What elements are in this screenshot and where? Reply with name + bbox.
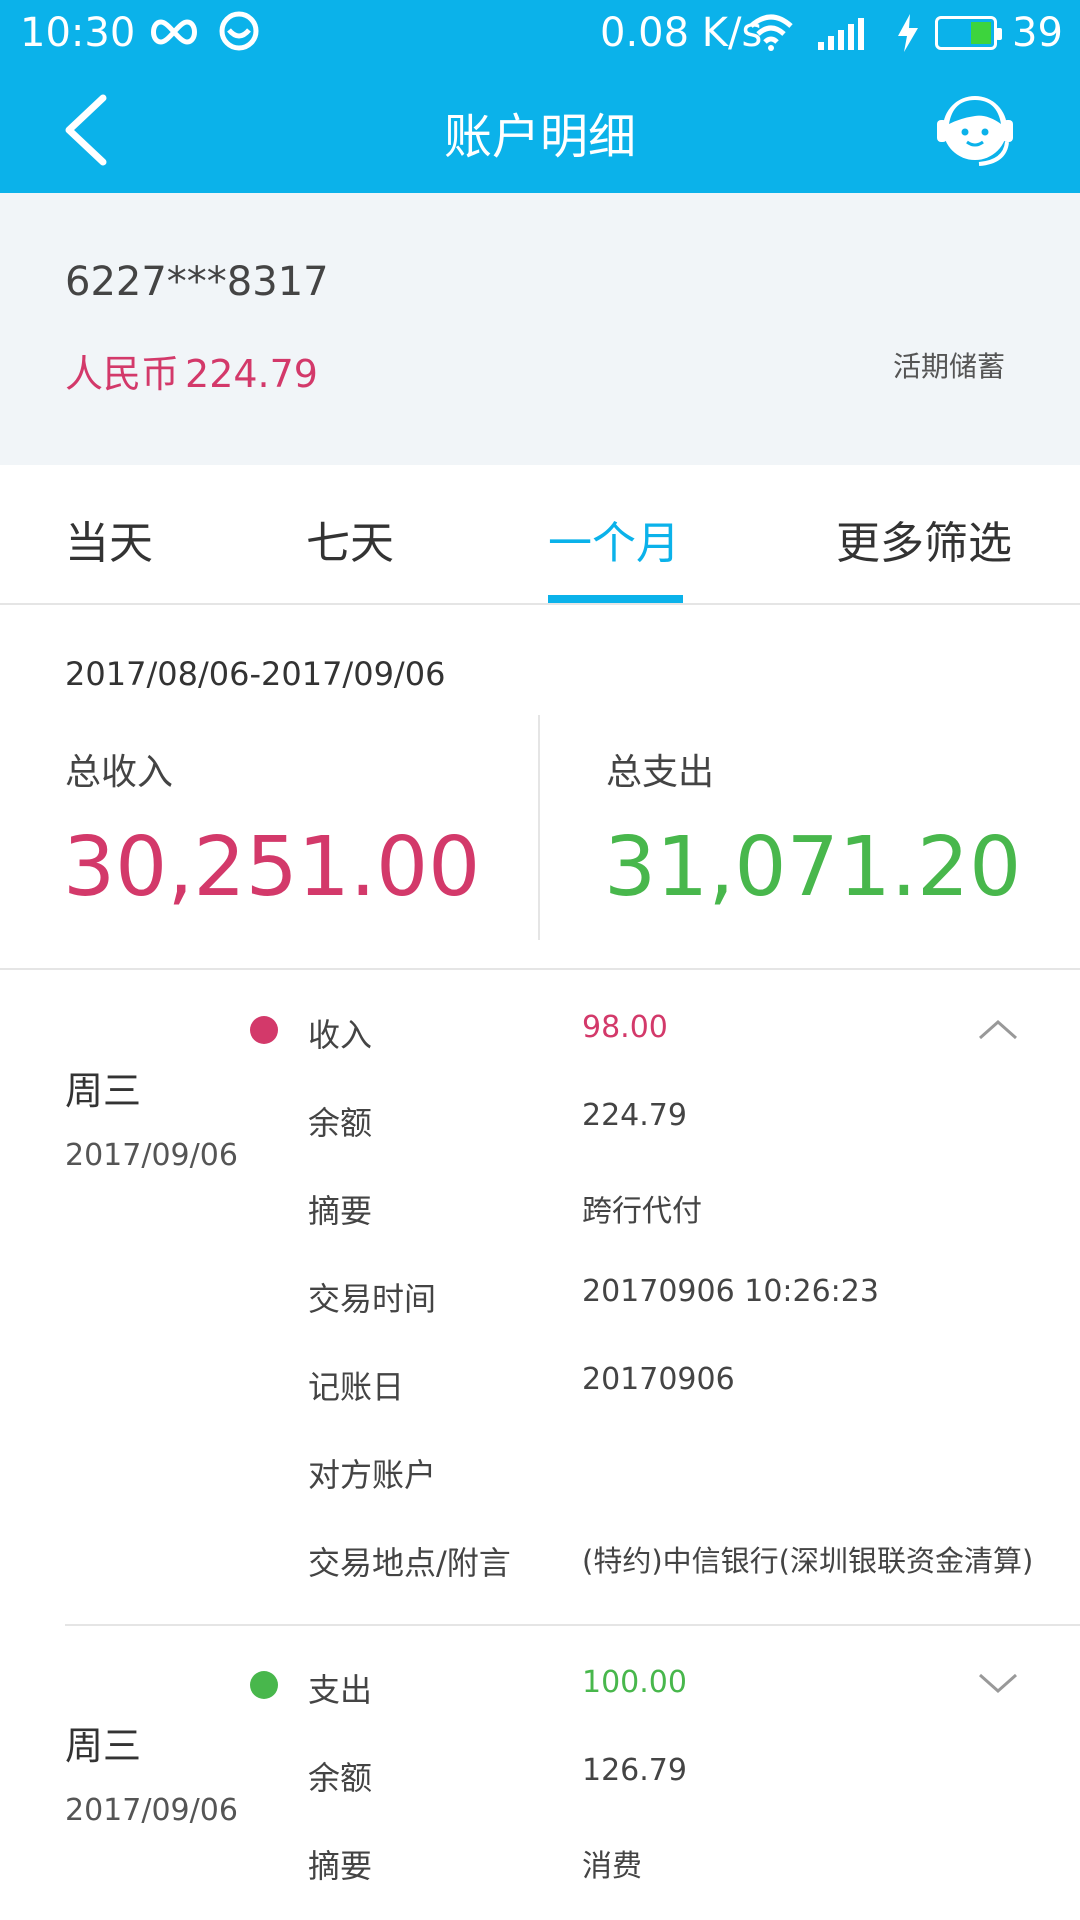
detail-row: 余额 126.79	[0, 1753, 1080, 1841]
field-value: 20170906	[582, 1362, 735, 1397]
account-type: 活期储蓄	[892, 350, 1005, 383]
tab-seven-days[interactable]: 七天	[306, 507, 394, 571]
field-label: 交易时间	[308, 1280, 437, 1318]
income-total: 30,251.00	[63, 820, 481, 915]
account-number: 6227***8317	[65, 259, 329, 305]
field-value: 跨行代付	[582, 1194, 702, 1229]
detail-row: 余额 224.79	[0, 1098, 1080, 1186]
type-label: 收入	[308, 1016, 373, 1054]
field-label: 余额	[308, 1104, 373, 1142]
tab-one-month[interactable]: 一个月	[548, 507, 680, 571]
field-label: 余额	[308, 1759, 373, 1797]
type-label: 支出	[308, 1671, 373, 1709]
detail-row: 摘要 跨行代付	[0, 1186, 1080, 1274]
chevron-down-icon[interactable]	[978, 1673, 1018, 1695]
detail-row: 记账日 20170906	[0, 1362, 1080, 1450]
detail-row: 交易地点/附言 (特约)中信银行(深圳银联资金清算)	[0, 1538, 1080, 1626]
period-tabs: 当天 七天 一个月 更多筛选	[0, 465, 1080, 605]
wifi-icon	[749, 14, 793, 51]
summary-divider	[538, 715, 540, 940]
amount-value: 100.00	[582, 1665, 687, 1700]
active-tab-indicator	[548, 595, 683, 603]
field-value: 消费	[582, 1849, 642, 1884]
field-label: 对方账户	[308, 1456, 437, 1494]
expense-label: 总支出	[606, 752, 715, 793]
detail-row: 对方账户	[0, 1450, 1080, 1538]
field-label: 摘要	[308, 1847, 373, 1885]
charging-icon	[898, 14, 918, 52]
battery-icon	[935, 16, 1002, 50]
smile-icon	[219, 11, 259, 51]
expense-total: 31,071.20	[604, 820, 1022, 915]
network-speed: 0.08 K/s	[600, 10, 763, 56]
field-value: 224.79	[582, 1098, 687, 1133]
amount-value: 98.00	[582, 1010, 668, 1045]
chevron-up-icon[interactable]	[978, 1018, 1018, 1040]
tab-today[interactable]: 当天	[65, 507, 153, 571]
top-bar: 10:30 0.08 K/s 39 账户明细	[0, 0, 1080, 193]
detail-row-type: 收入 98.00	[0, 1010, 1080, 1098]
field-label: 记账日	[308, 1368, 405, 1406]
balance-value: 224.79	[185, 352, 318, 396]
summary-panel: 2017/08/06-2017/09/06 总收入 30,251.00 总支出 …	[0, 605, 1080, 970]
field-label: 交易地点/附言	[308, 1544, 511, 1582]
field-value: 126.79	[582, 1753, 687, 1788]
detail-row-type: 支出 100.00	[0, 1665, 1080, 1753]
customer-service-icon[interactable]	[935, 90, 1015, 170]
tab-more-filters[interactable]: 更多筛选	[836, 507, 1012, 571]
field-value: (特约)中信银行(深圳银联资金清算)	[582, 1544, 1034, 1578]
date-range: 2017/08/06-2017/09/06	[65, 655, 446, 693]
currency-label: 人民币	[65, 352, 180, 396]
account-balance: 人民币 224.79	[65, 343, 318, 398]
detail-row: 摘要 消费	[0, 1841, 1080, 1920]
status-bar: 10:30 0.08 K/s 39	[0, 0, 1080, 66]
infinity-icon	[151, 19, 197, 45]
battery-level: 39	[1012, 10, 1063, 56]
transaction-divider	[65, 1624, 1080, 1626]
page-title: 账户明细	[443, 109, 636, 165]
status-time: 10:30	[20, 10, 136, 56]
signal-icon	[818, 18, 864, 50]
field-value: 20170906 10:26:23	[582, 1274, 879, 1309]
income-label: 总收入	[65, 752, 174, 793]
detail-row: 交易时间 20170906 10:26:23	[0, 1274, 1080, 1362]
field-label: 摘要	[308, 1192, 373, 1230]
account-card: 6227***8317 人民币 224.79 活期储蓄	[0, 193, 1080, 465]
